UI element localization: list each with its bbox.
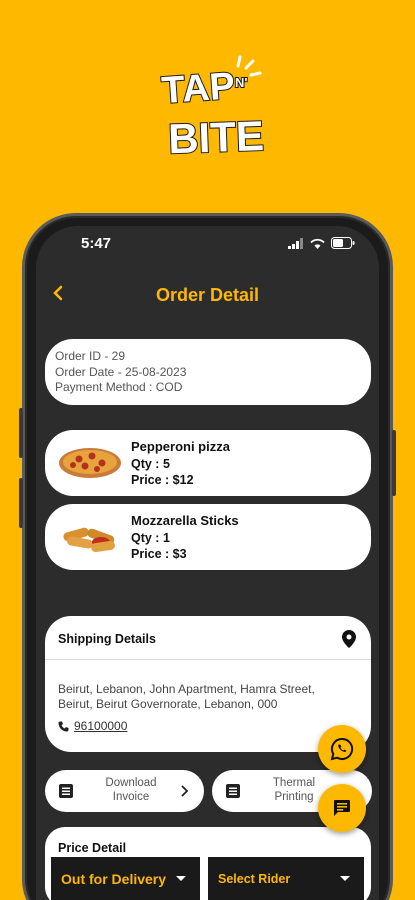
caret-down-icon	[176, 876, 186, 881]
order-date: Order Date - 25-08-2023	[55, 364, 187, 379]
chat-button[interactable]	[318, 784, 366, 832]
phone-number: 96100000	[74, 719, 128, 733]
order-item-card: Mozzarella Sticks Qty : 1 Price : $3	[45, 504, 371, 570]
svg-text:BITE: BITE	[167, 112, 264, 162]
svg-text:TAP: TAP	[160, 65, 236, 112]
location-pin-icon[interactable]	[342, 630, 356, 648]
item-price: Price : $3	[131, 547, 187, 561]
shipping-title: Shipping Details	[58, 632, 156, 646]
order-item-card: Pepperoni pizza Qty : 5 Price : $12	[45, 430, 371, 496]
battery-icon	[331, 237, 355, 249]
phone-side-button	[19, 478, 23, 528]
mozzarella-sticks-image	[63, 527, 115, 553]
shipping-address: Beirut, Lebanon, John Apartment, Hamra S…	[58, 682, 315, 711]
printer-icon	[226, 784, 240, 798]
chat-icon	[334, 800, 350, 816]
signal-icon	[288, 237, 303, 249]
whatsapp-button[interactable]	[318, 725, 366, 773]
order-status-dropdown[interactable]: Out for Delivery	[51, 857, 200, 900]
download-invoice-label: Download Invoice	[105, 777, 157, 803]
item-name: Mozzarella Sticks	[131, 513, 239, 528]
caret-down-icon	[340, 876, 350, 881]
shipping-details-card: Shipping Details Beirut, Lebanon, John A…	[45, 616, 371, 752]
invoice-icon	[59, 784, 73, 798]
app-screen: 5:47 Order Detail Order ID - 29 Order Da…	[36, 226, 379, 900]
select-rider-dropdown[interactable]: Select Rider	[208, 857, 364, 900]
price-detail-title: Price Detail	[58, 841, 127, 855]
phone-number-link[interactable]: 96100000	[58, 719, 127, 733]
svg-text:N': N'	[235, 75, 247, 90]
tap-n-bite-logo: TAP N' BITE	[158, 52, 268, 164]
status-bar: 5:47	[36, 226, 379, 260]
pizza-image	[59, 448, 121, 478]
app-header: Order Detail	[36, 282, 379, 312]
whatsapp-icon	[330, 737, 354, 761]
phone-side-button	[392, 430, 396, 496]
bottom-action-bar: Out for Delivery Select Rider	[36, 857, 379, 900]
order-status-value: Out for Delivery	[61, 870, 167, 887]
thermal-printing-label: Thermal Printing	[272, 777, 316, 803]
order-id: Order ID - 29	[55, 349, 126, 363]
select-rider-value: Select Rider	[218, 871, 291, 886]
wifi-icon	[310, 238, 325, 249]
item-price: Price : $12	[131, 473, 194, 487]
item-qty: Qty : 1	[131, 530, 170, 545]
status-time: 5:47	[81, 235, 112, 252]
download-invoice-button[interactable]: Download Invoice	[45, 770, 204, 812]
item-qty: Qty : 5	[131, 456, 170, 471]
phone-side-button	[19, 408, 23, 458]
phone-icon	[58, 721, 69, 731]
chevron-right-icon	[181, 785, 188, 797]
item-name: Pepperoni pizza	[131, 439, 230, 454]
page-title: Order Detail	[155, 285, 260, 305]
payment-method: Payment Method : COD	[55, 380, 183, 394]
order-info-card: Order ID - 29 Order Date - 25-08-2023 Pa…	[45, 339, 371, 405]
